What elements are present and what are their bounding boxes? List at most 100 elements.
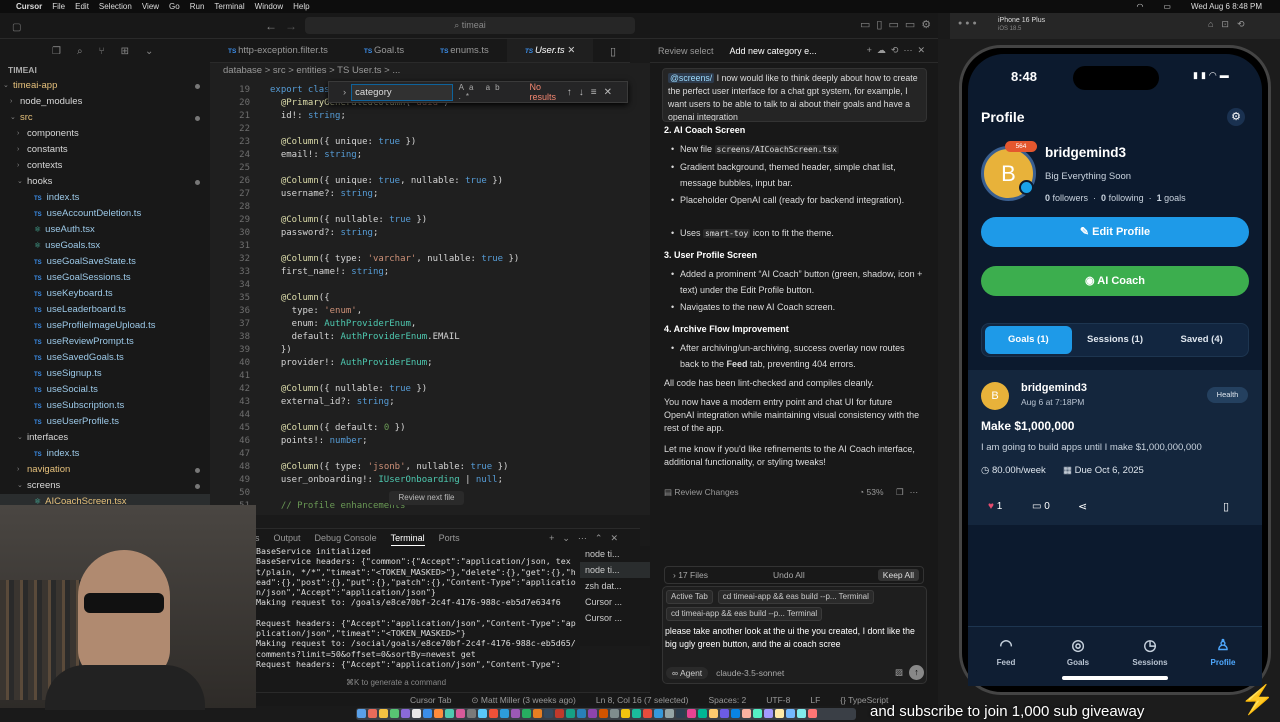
- tab-goal[interactable]: Goal.ts: [346, 39, 422, 62]
- menu-edit[interactable]: Edit: [75, 2, 89, 11]
- dock-app-icon[interactable]: [698, 709, 707, 718]
- folder-item[interactable]: ⌄ src: [0, 110, 210, 126]
- code-line[interactable]: @Column({ nullable: true }): [270, 384, 427, 394]
- dock-app-icon[interactable]: [401, 709, 410, 718]
- files-icon[interactable]: ❐: [52, 46, 61, 57]
- file-item[interactable]: useSavedGoals.ts: [0, 350, 210, 366]
- dock-app-icon[interactable]: [687, 709, 696, 718]
- context-chip[interactable]: Active Tab: [666, 590, 713, 604]
- menu-terminal[interactable]: Terminal: [214, 2, 244, 11]
- folder-item[interactable]: ⌄ timeai-app: [0, 78, 210, 94]
- code-line[interactable]: @Column({ default: 0 }): [270, 423, 406, 433]
- dock-app-icon[interactable]: [731, 709, 740, 718]
- tab-http-exception[interactable]: http-exception.filter.ts: [210, 39, 346, 62]
- chevron-right-icon[interactable]: ›: [343, 87, 346, 98]
- following-label[interactable]: following: [1109, 193, 1144, 203]
- menu-window[interactable]: Window: [255, 2, 283, 11]
- find-nav-icons[interactable]: ↑↓≡✕: [567, 87, 619, 98]
- dock-app-icon[interactable]: [775, 709, 784, 718]
- following-count[interactable]: 0: [1101, 193, 1106, 203]
- simulator-actions-icons[interactable]: ⌂⊡⟲: [1208, 19, 1253, 30]
- dock-app-icon[interactable]: [478, 709, 487, 718]
- command-search[interactable]: ⌕ timeai: [305, 17, 635, 34]
- dock-app-icon[interactable]: [720, 709, 729, 718]
- dock-app-icon[interactable]: [632, 709, 641, 718]
- dock-app-icon[interactable]: [445, 709, 454, 718]
- goal-user[interactable]: bridgemind3: [1021, 382, 1087, 394]
- code-line[interactable]: external_id?: string;: [270, 397, 395, 407]
- clock[interactable]: Wed Aug 6 8:48 PM: [1191, 2, 1262, 11]
- send-button[interactable]: ↑: [909, 665, 924, 680]
- dock-app-icon[interactable]: [544, 709, 553, 718]
- tab-debug-console[interactable]: Debug Console: [315, 529, 377, 546]
- code-line[interactable]: enum: AuthProviderEnum,: [270, 319, 417, 329]
- agent-mode-select[interactable]: ∞ Agent: [666, 666, 709, 679]
- file-item[interactable]: useAccountDeletion.ts: [0, 206, 210, 222]
- find-input[interactable]: category: [351, 83, 453, 101]
- code-line[interactable]: username?: string;: [270, 189, 379, 199]
- dock-app-icon[interactable]: [566, 709, 575, 718]
- status-position[interactable]: Ln 8, Col 16 (7 selected): [596, 693, 689, 706]
- bookmark-icon[interactable]: ▯: [1223, 500, 1229, 513]
- menu-selection[interactable]: Selection: [99, 2, 132, 11]
- dock-app-icon[interactable]: [621, 709, 630, 718]
- segment-saved[interactable]: Saved (4): [1158, 326, 1245, 354]
- code-line[interactable]: password?: string;: [270, 228, 379, 238]
- followers-count[interactable]: 0: [1045, 193, 1050, 203]
- status-eol[interactable]: LF: [810, 693, 820, 706]
- dock-app-icon[interactable]: [709, 709, 718, 718]
- dock-app-icon[interactable]: [786, 709, 795, 718]
- keep-all-button[interactable]: Keep All: [877, 569, 919, 581]
- file-item[interactable]: index.ts: [0, 446, 210, 462]
- file-item[interactable]: useGoalSessions.ts: [0, 270, 210, 286]
- code-line[interactable]: @Column({ unique: true }): [270, 137, 417, 147]
- extensions-icon[interactable]: ⊞: [121, 46, 129, 57]
- ai-coach-button[interactable]: ◉ AI Coach: [981, 266, 1249, 296]
- file-item[interactable]: useAuth.tsx: [0, 222, 210, 238]
- goal-avatar[interactable]: B: [981, 382, 1009, 410]
- like-button[interactable]: ♥ 1: [988, 501, 1002, 512]
- file-item[interactable]: useGoalSaveState.ts: [0, 254, 210, 270]
- dock-app-icon[interactable]: [533, 709, 542, 718]
- review-changes-button[interactable]: ▤ Review Changes: [664, 487, 739, 497]
- close-icon[interactable]: ✕: [567, 45, 575, 56]
- code-editor[interactable]: 19 export class 20 @PrimaryGeneratedColum…: [210, 79, 650, 515]
- dock-app-icon[interactable]: [676, 709, 685, 718]
- dock-app-icon[interactable]: [643, 709, 652, 718]
- file-item[interactable]: useProfileImageUpload.ts: [0, 318, 210, 334]
- tab-goals[interactable]: ◎ Goals: [1053, 636, 1103, 667]
- dock-app-icon[interactable]: [742, 709, 751, 718]
- code-line[interactable]: type: 'enum',: [270, 306, 362, 316]
- status-spaces[interactable]: Spaces: 2: [708, 693, 746, 706]
- dock-app-icon[interactable]: [808, 709, 817, 718]
- dock-app-icon[interactable]: [797, 709, 806, 718]
- folder-item[interactable]: › node_modules: [0, 94, 210, 110]
- folder-item[interactable]: › contexts: [0, 158, 210, 174]
- battery-icon[interactable]: ▭: [1163, 2, 1171, 11]
- dock-app-icon[interactable]: [390, 709, 399, 718]
- status-blame[interactable]: ⊙ Matt Miller (3 weeks ago): [471, 693, 575, 706]
- back-arrow-icon[interactable]: ←: [265, 19, 277, 33]
- tab-ports[interactable]: Ports: [439, 529, 460, 546]
- terminal-item[interactable]: Cursor ...: [580, 594, 650, 610]
- code-line[interactable]: provider!: AuthProviderEnum;: [270, 358, 433, 368]
- menu-run[interactable]: Run: [190, 2, 205, 11]
- chat-input[interactable]: please take another look at the ui the y…: [665, 625, 920, 651]
- code-line[interactable]: first_name!: string;: [270, 267, 389, 277]
- dock-app-icon[interactable]: [522, 709, 531, 718]
- dock-app-icon[interactable]: [665, 709, 674, 718]
- code-line[interactable]: @Column({ type: 'varchar', nullable: tru…: [270, 254, 520, 264]
- files-count[interactable]: › 17 Files: [673, 570, 708, 580]
- dock-app-icon[interactable]: [753, 709, 762, 718]
- code-line[interactable]: }): [270, 345, 292, 355]
- file-item[interactable]: useSignup.ts: [0, 366, 210, 382]
- camera-icon[interactable]: [1019, 180, 1034, 195]
- folder-item[interactable]: ⌄ screens: [0, 478, 210, 494]
- dock-app-icon[interactable]: [379, 709, 388, 718]
- tab-sessions[interactable]: ◷ Sessions: [1125, 636, 1175, 667]
- review-next-file-button[interactable]: Review next file: [389, 491, 464, 505]
- status-cursor-tab[interactable]: Cursor Tab: [410, 693, 451, 706]
- split-editor-icon[interactable]: ▯: [610, 45, 616, 58]
- dock-app-icon[interactable]: [434, 709, 443, 718]
- share-icon[interactable]: ⋖: [1078, 500, 1087, 513]
